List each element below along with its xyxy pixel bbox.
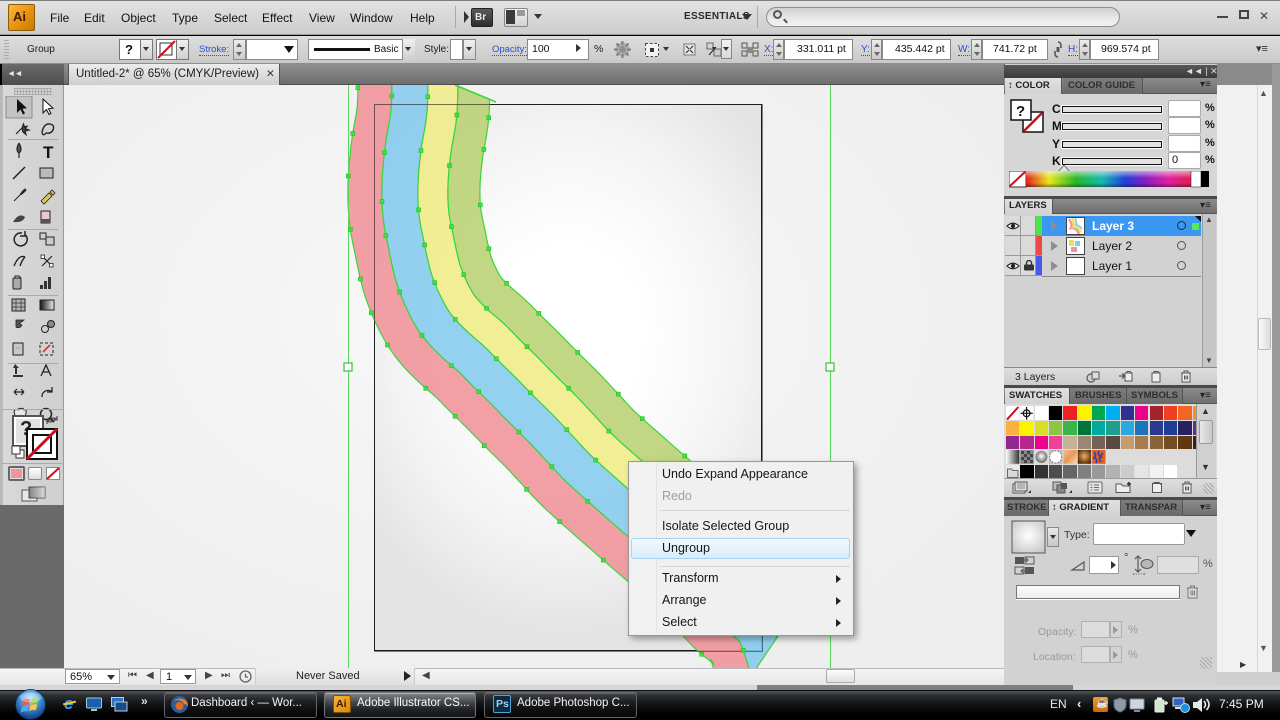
- svg-text:?: ?: [1016, 103, 1025, 120]
- svg-text:T: T: [43, 143, 54, 162]
